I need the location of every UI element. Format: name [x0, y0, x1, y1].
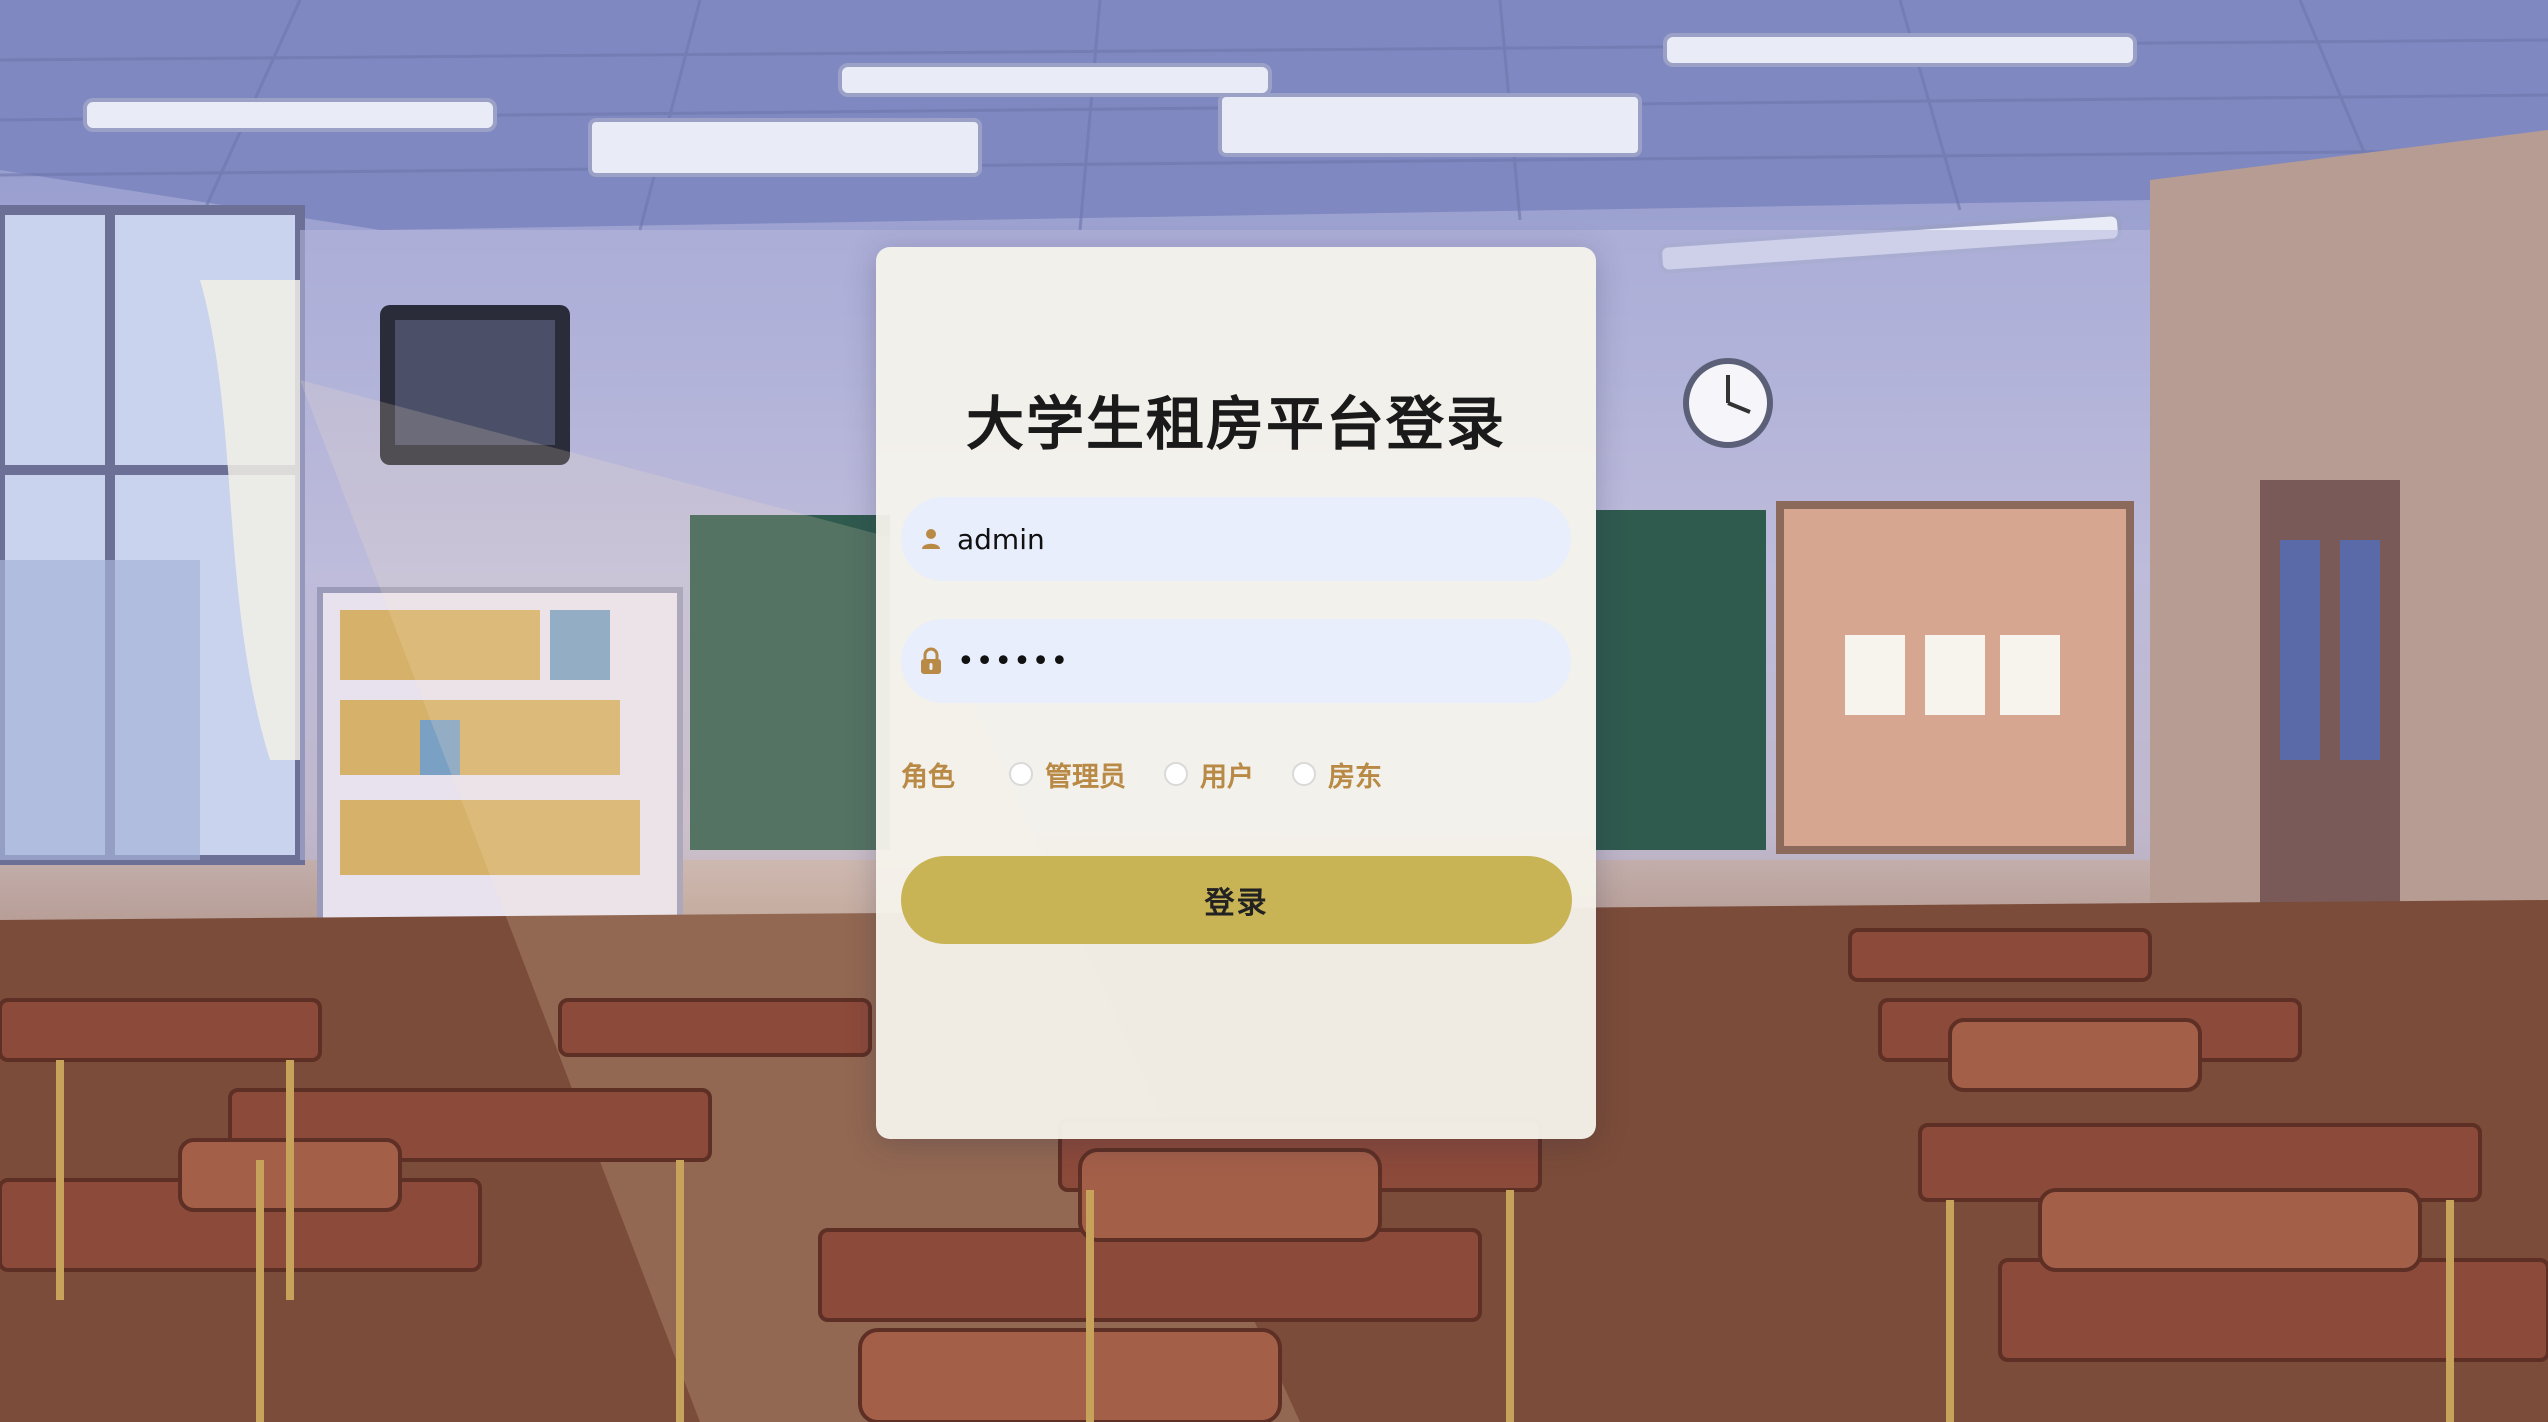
role-selector: 角色 管理员 用户 房东 [901, 749, 1571, 799]
role-option-admin[interactable]: 管理员 [1009, 755, 1126, 794]
radio-landlord[interactable] [1292, 762, 1316, 786]
login-panel: 大学生租房平台登录 角色 管理员 用户 [876, 247, 1596, 1139]
role-label: 角色 [901, 761, 955, 793]
password-input[interactable] [957, 631, 1557, 691]
role-option-label: 管理员 [1045, 761, 1126, 793]
password-field[interactable] [901, 619, 1571, 703]
radio-admin[interactable] [1009, 762, 1033, 786]
username-input[interactable] [957, 509, 1557, 569]
role-option-label: 房东 [1328, 761, 1382, 793]
login-button[interactable]: 登录 [901, 856, 1572, 944]
user-icon [919, 524, 943, 554]
radio-user[interactable] [1164, 762, 1188, 786]
role-option-label: 用户 [1200, 761, 1254, 793]
role-option-landlord[interactable]: 房东 [1292, 755, 1382, 794]
role-option-user[interactable]: 用户 [1164, 755, 1254, 794]
lock-icon [919, 646, 943, 676]
username-field[interactable] [901, 497, 1571, 581]
page-title: 大学生租房平台登录 [965, 390, 1506, 458]
